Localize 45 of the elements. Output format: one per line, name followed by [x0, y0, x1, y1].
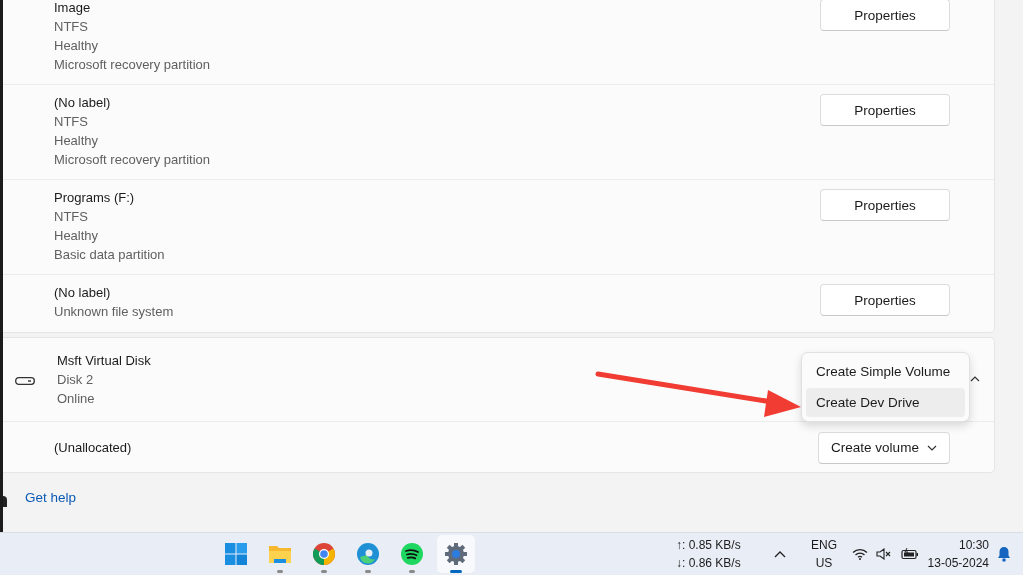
menu-item[interactable]: Create Dev Drive	[806, 388, 965, 417]
clock-date[interactable]: 13-05-2024	[927, 554, 989, 572]
upload-speed: ↑: 0.85 KB/s	[676, 537, 741, 554]
partition-detail: NTFS	[54, 18, 88, 36]
partition-name: Image	[54, 0, 91, 17]
disk-name: Msft Virtual Disk	[57, 352, 151, 370]
folder-icon[interactable]	[268, 543, 292, 565]
region-indicator[interactable]: US	[815, 554, 833, 572]
gear-icon[interactable]	[444, 542, 468, 566]
edge-icon[interactable]	[356, 542, 380, 566]
get-help-link[interactable]: Get help	[25, 490, 77, 505]
partition-detail: Unknown file system	[54, 303, 174, 321]
battery-charging-icon[interactable]	[901, 548, 919, 560]
clock-time[interactable]: 10:30	[958, 536, 989, 554]
windows-logo-icon[interactable]	[224, 542, 248, 566]
disk-detail: Disk 2	[57, 371, 94, 389]
properties-button[interactable]: Properties	[820, 0, 950, 31]
partition-detail: Microsoft recovery partition	[54, 151, 211, 169]
properties-button[interactable]: Properties	[820, 94, 950, 126]
language-indicator[interactable]: ENG	[811, 536, 837, 554]
properties-button[interactable]: Properties	[820, 284, 950, 316]
chevron-down-icon	[926, 444, 937, 451]
create-volume-button[interactable]: Create volume	[818, 431, 950, 464]
download-speed: ↓: 0.86 KB/s	[676, 555, 741, 572]
partition-detail: Healthy	[54, 132, 99, 150]
spotify-icon[interactable]	[400, 542, 424, 566]
properties-button[interactable]: Properties	[820, 189, 950, 221]
disk-detail: Online	[57, 390, 95, 408]
partition-name: Programs (F:)	[54, 189, 135, 207]
chrome-icon[interactable]	[312, 542, 336, 566]
wifi-icon[interactable]	[852, 548, 868, 560]
partition-detail: Basic data partition	[54, 246, 165, 264]
chevron-up-icon[interactable]	[774, 550, 786, 558]
partition-detail: NTFS	[54, 113, 88, 131]
partition-detail: Healthy	[54, 227, 99, 245]
partition-detail: Microsoft recovery partition	[54, 56, 211, 74]
partition-name: (No label)	[54, 94, 111, 112]
menu-item[interactable]: Create Simple Volume	[806, 357, 965, 386]
partition-detail: NTFS	[54, 208, 88, 226]
speaker-muted-icon[interactable]	[876, 548, 892, 560]
unallocated-label: (Unallocated)	[54, 438, 132, 457]
bell-icon[interactable]	[997, 546, 1011, 562]
drive-icon	[15, 377, 35, 385]
partition-detail: Healthy	[54, 37, 99, 55]
partition-name: (No label)	[54, 284, 111, 302]
